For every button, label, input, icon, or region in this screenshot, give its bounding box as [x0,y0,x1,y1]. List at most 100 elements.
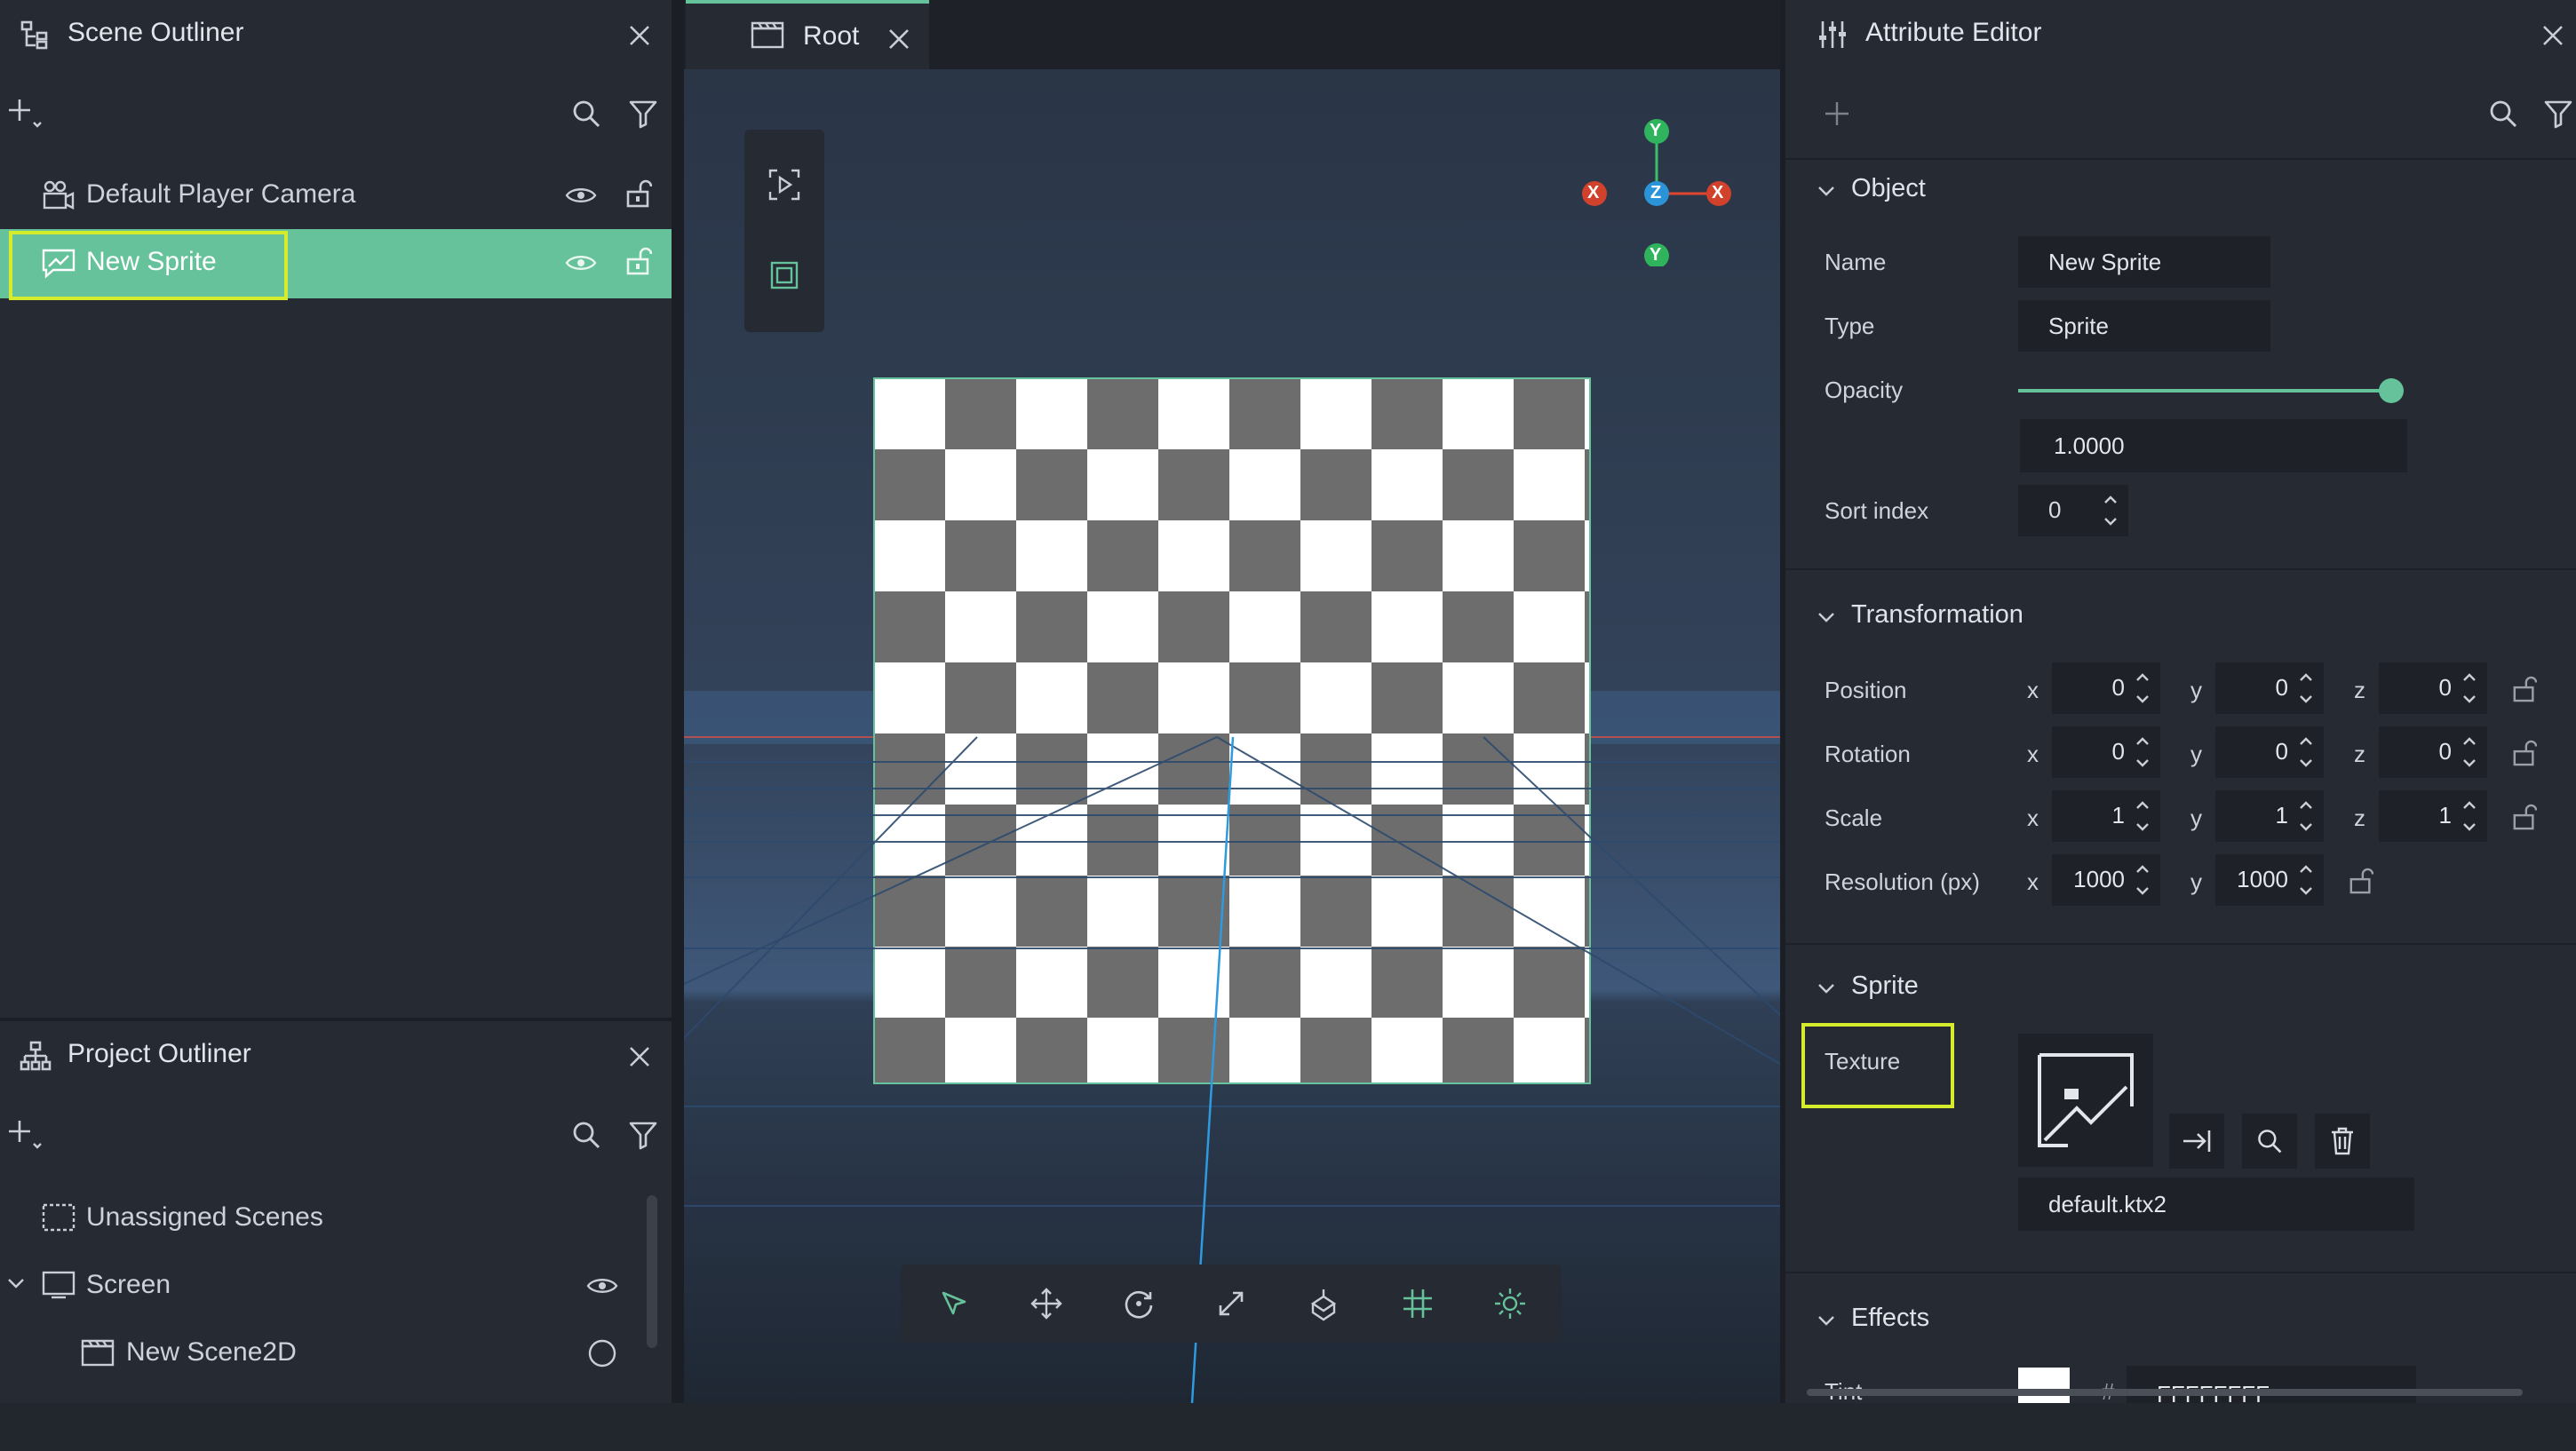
section-divider [1785,158,2576,160]
axis-x-label: x [2027,741,2039,767]
section-title: Object [1851,174,1926,202]
tree-item-label: New Scene2D [126,1337,297,1367]
tree-item-screen[interactable]: Screen [0,1252,672,1320]
position-y-value: 0 [2275,674,2288,701]
unlock-icon[interactable] [2505,733,2544,773]
rotate-icon[interactable] [1119,1284,1158,1323]
search-icon[interactable] [2484,94,2523,133]
section-sprite-header[interactable]: Sprite [1796,961,2560,1014]
tree-item-new-scene2d[interactable]: New Scene2D [0,1320,672,1387]
lighting-sun-icon[interactable] [1491,1284,1530,1323]
texture-thumbnail[interactable] [2018,1034,2153,1167]
rotation-label: Rotation [1825,741,1911,767]
arrow-to-line-icon [2183,1130,2211,1152]
gizmo-y-neg-label: Y [1650,245,1662,265]
scene-outliner-toolbar [0,71,672,156]
close-icon[interactable] [879,20,918,59]
browse-texture-button[interactable] [2242,1114,2297,1169]
effects-clip-area: Tint # FFFFFFFF [1785,1359,2576,1403]
resolution-y-stepper[interactable]: 1000 [2215,854,2324,906]
opacity-slider-handle[interactable] [2379,378,2404,403]
unlock-icon[interactable] [2505,797,2544,837]
add-icon[interactable] [1817,94,1856,133]
resolution-x-stepper[interactable]: 1000 [2052,854,2160,906]
unlock-icon[interactable] [619,174,658,213]
position-x-stepper[interactable]: 0 [2052,662,2160,714]
name-label: Name [1825,249,1887,275]
filter-icon[interactable] [2539,94,2576,133]
visibility-eye-icon[interactable] [561,243,600,282]
active-scene-radio[interactable] [583,1334,622,1373]
rotation-x-stepper[interactable]: 0 [2052,726,2160,778]
position-z-stepper[interactable]: 0 [2379,662,2487,714]
frame-selection-icon[interactable] [765,256,804,295]
gizmo-y-label: Y [1650,121,1662,140]
scale-z-stepper[interactable]: 1 [2379,790,2487,842]
search-icon[interactable] [567,1115,606,1154]
axis-z-label: z [2354,741,2365,767]
status-bar [0,1403,2576,1451]
filter-icon[interactable] [624,94,663,133]
project-outliner-header: Project Outliner [0,1021,672,1090]
select-arrow-icon[interactable] [934,1284,974,1323]
filter-icon[interactable] [624,1115,663,1154]
move-icon[interactable] [1027,1284,1066,1323]
trash-icon [2332,1127,2353,1155]
viewport-canvas[interactable] [684,69,1780,1403]
scale-x-stepper[interactable]: 1 [2052,790,2160,842]
delete-texture-button[interactable] [2315,1114,2370,1169]
scale-icon[interactable] [1212,1284,1251,1323]
unlock-icon[interactable] [619,242,658,281]
chevron-down-icon[interactable] [7,1277,25,1289]
scale-x-value: 1 [2111,802,2125,829]
section-effects-header[interactable]: Effects [1796,1293,2560,1346]
tab-label: Root [803,21,860,51]
assign-texture-button[interactable] [2169,1114,2224,1169]
pivot-icon[interactable] [1304,1284,1343,1323]
tree-item-unassigned-scenes[interactable]: Unassigned Scenes [0,1185,672,1252]
clapperboard-icon [750,20,785,50]
add-dropdown-icon[interactable] [7,1115,46,1154]
close-icon[interactable] [620,16,659,55]
axis-gizmo[interactable]: Y X Z X Y [1572,115,1741,266]
rotation-x-value: 0 [2111,738,2125,765]
dashed-frame-icon [41,1202,76,1233]
axis-z-label: z [2354,677,2365,703]
scene-outliner-header: Scene Outliner [0,0,672,69]
attribute-editor-title: Attribute Editor [1865,18,2042,47]
horizontal-scrollbar[interactable] [1807,1389,2523,1396]
tab-root[interactable]: Root [686,0,929,69]
tint-color-swatch[interactable] [2018,1368,2070,1403]
close-icon[interactable] [620,1037,659,1076]
scale-y-stepper[interactable]: 1 [2215,790,2324,842]
scrollbar-thumb[interactable] [647,1195,657,1348]
tree-item-label: Unassigned Scenes [86,1202,323,1232]
close-icon[interactable] [2533,16,2572,55]
project-outliner-panel: Project Outliner Unassigned Scenes Scree… [0,1021,672,1403]
sort-index-label: Sort index [1825,497,1929,524]
add-dropdown-icon[interactable] [7,94,46,133]
unlock-icon[interactable] [2341,861,2381,900]
visibility-eye-icon[interactable] [583,1266,622,1305]
unlock-icon[interactable] [2505,670,2544,709]
rotation-z-stepper[interactable]: 0 [2379,726,2487,778]
clapperboard-icon [80,1337,115,1368]
search-icon[interactable] [567,94,606,133]
rotation-y-stepper[interactable]: 0 [2215,726,2324,778]
grid-snap-icon[interactable] [1398,1284,1437,1323]
sort-index-stepper[interactable]: 0 [2018,485,2128,536]
position-y-stepper[interactable]: 0 [2215,662,2324,714]
tree-item-default-player-camera[interactable]: Default Player Camera [0,162,672,229]
axis-y-label: y [2190,677,2202,703]
play-camera-icon[interactable] [765,165,804,204]
section-transformation-header[interactable]: Transformation [1796,590,2560,643]
opacity-value-field[interactable]: 1.0000 [2020,419,2407,472]
name-field[interactable]: New Sprite [2018,236,2270,288]
rotation-y-value: 0 [2275,738,2288,765]
sprite-checkerboard[interactable] [873,377,1591,1084]
opacity-slider[interactable] [2018,378,2404,403]
position-label: Position [1825,677,1907,703]
section-object-header[interactable]: Object [1796,163,2560,217]
tint-hex-field[interactable]: FFFFFFFF [2127,1366,2416,1403]
visibility-eye-icon[interactable] [561,176,600,215]
